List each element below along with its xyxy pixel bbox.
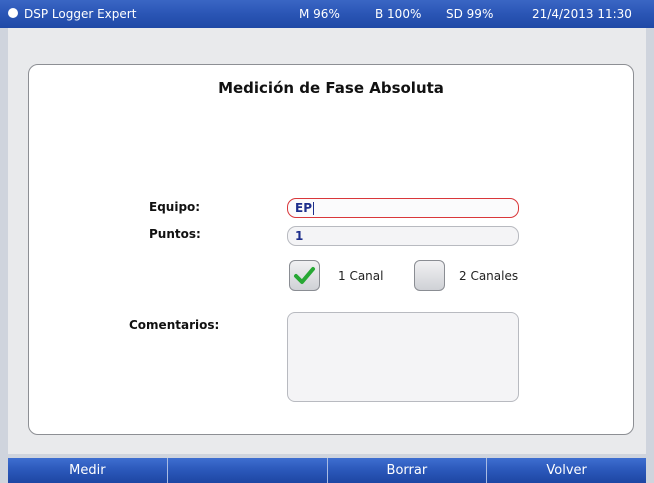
puntos-value: 1 [295,229,304,243]
volver-button[interactable]: Volver [487,458,646,483]
bottom-toolbar: Medir Borrar Volver [8,458,646,483]
form-panel: Medición de Fase Absoluta Equipo: EP Pun… [28,64,634,435]
checkmark-icon [294,267,315,284]
equipo-label: Equipo: [149,200,201,214]
equipo-input[interactable]: EP [287,198,519,218]
app-title: DSP Logger Expert [24,7,137,21]
puntos-input[interactable]: 1 [287,226,519,246]
status-bar: DSP Logger Expert M 96% B 100% SD 99% 21… [0,0,654,28]
medir-button[interactable]: Medir [8,458,168,483]
comentarios-label: Comentarios: [129,318,220,332]
equipo-value: EP [295,201,312,215]
memory-status: M 96% [299,7,340,21]
two-channels-label: 2 Canales [459,269,519,283]
one-channel-checkbox[interactable] [289,260,320,291]
comentarios-textarea[interactable] [287,312,519,402]
empty-button[interactable] [167,458,328,483]
page-title: Medición de Fase Absoluta [218,79,444,97]
status-dot-icon [8,8,18,18]
one-channel-label: 1 Canal [338,269,384,283]
datetime: 21/4/2013 11:30 [532,7,632,21]
sd-status: SD 99% [446,7,494,21]
two-channels-checkbox[interactable] [414,260,445,291]
text-caret [313,202,314,215]
battery-status: B 100% [375,7,422,21]
app-window: Medición de Fase Absoluta Equipo: EP Pun… [8,28,646,454]
borrar-button[interactable]: Borrar [327,458,488,483]
puntos-label: Puntos: [149,227,201,241]
